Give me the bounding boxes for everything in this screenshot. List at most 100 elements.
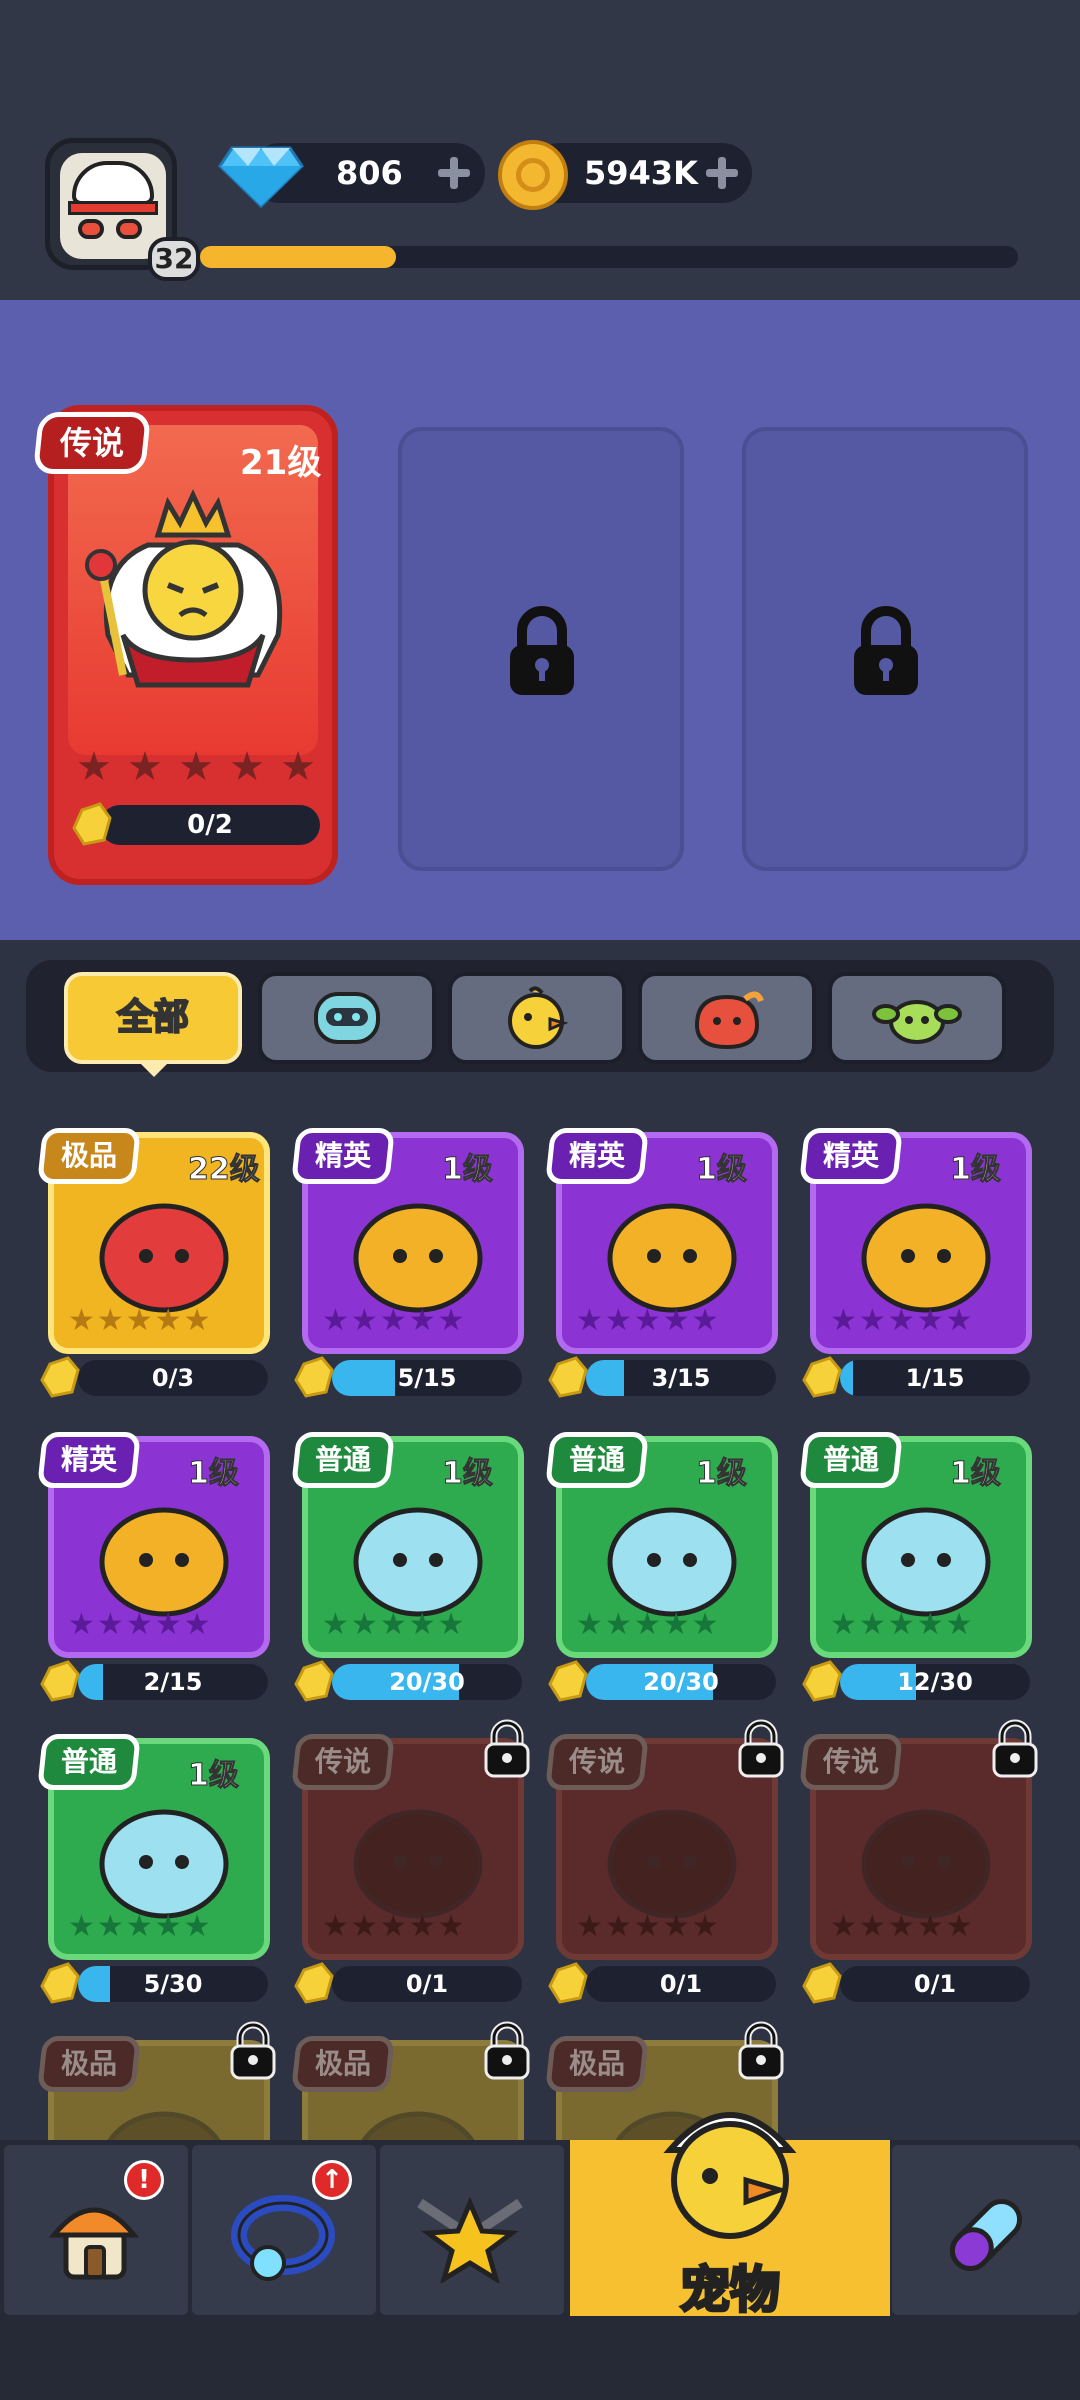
pet-shard-count: 0/1	[405, 1970, 449, 1998]
star-icon: ★	[183, 1607, 211, 1642]
pet-rarity-label: 精英	[60, 1443, 117, 1476]
pet-rarity-tag: 普通	[799, 1432, 903, 1488]
add-gems-button[interactable]	[438, 157, 470, 189]
padlock-icon	[992, 1719, 1038, 1778]
tab-all-label: 全部	[116, 996, 190, 1039]
star-icon: ★	[437, 1303, 465, 1338]
pet-rarity-label: 极品	[60, 2047, 117, 2080]
pet-stars: ★★★★★	[576, 1610, 719, 1640]
star-icon: ★	[437, 1607, 465, 1642]
tab-plant[interactable]	[828, 972, 1006, 1064]
star-icon: ★	[408, 1607, 436, 1642]
pet-rarity-tag: 精英	[545, 1128, 649, 1184]
tab-all[interactable]: 全部	[64, 972, 242, 1064]
star-icon: ★	[916, 1303, 944, 1338]
pet-shard-progress: 0/1	[586, 1966, 776, 2002]
nav-items[interactable]	[892, 2145, 1080, 2315]
shard-icon	[294, 1356, 334, 1398]
star-icon: ★	[576, 1909, 603, 1944]
pet-shard-count: 20/30	[389, 1668, 465, 1696]
pet-shard-progress: 2/15	[78, 1664, 268, 1700]
star-icon: ★	[322, 1607, 349, 1642]
star-icon: ★	[858, 1607, 886, 1642]
star-icon: ★	[437, 1909, 465, 1944]
pet-shard-count: 0/3	[151, 1364, 195, 1392]
pet-rarity-tag: 传说	[545, 1734, 649, 1790]
pet-rarity-tag: 极品	[37, 2036, 141, 2092]
shop-alert-badge: !	[124, 2160, 164, 2200]
nav-pets-label: 宠物	[679, 2260, 782, 2321]
star-icon: ★	[691, 1303, 719, 1338]
add-coins-button[interactable]	[706, 157, 738, 189]
star-icon: ★	[633, 1607, 661, 1642]
pet-stars: ★★★★★	[830, 1306, 973, 1336]
pet-stars: ★★★★★	[68, 1610, 211, 1640]
pet-level: 1级	[188, 1456, 240, 1492]
team-slot-2-locked[interactable]	[398, 427, 684, 871]
star-icon: ★	[350, 1303, 378, 1338]
chick-icon	[508, 986, 569, 1049]
pet-rarity-label: 传说	[822, 1745, 879, 1778]
star-icon: ★	[830, 1303, 857, 1338]
pet-rarity-tag: 普通	[37, 1734, 141, 1790]
featured-shard-progress: 0/2	[100, 805, 320, 845]
star-icon: ★	[576, 1303, 603, 1338]
pet-shard-count: 12/30	[897, 1668, 973, 1696]
pet-stars: ★★★★★	[68, 1306, 211, 1336]
pet-rarity-tag: 精英	[37, 1432, 141, 1488]
star-icon: ★	[127, 744, 163, 790]
pet-shard-count: 5/30	[143, 1970, 203, 1998]
pet-shard-progress: 5/15	[332, 1360, 522, 1396]
star-icon: ★	[604, 1303, 632, 1338]
star-icon: ★	[408, 1909, 436, 1944]
padlock-icon	[484, 1719, 530, 1778]
pet-stars: ★★★★★	[830, 1912, 973, 1942]
star-icon: ★	[830, 1607, 857, 1642]
star-icon: ★	[662, 1909, 690, 1944]
tab-robot[interactable]	[258, 972, 436, 1064]
pet-shard-count: 20/30	[643, 1668, 719, 1696]
avatar-glass-right	[116, 219, 142, 239]
pet-level: 1级	[696, 1152, 748, 1188]
pet-rarity-tag: 极品	[545, 2036, 649, 2092]
pet-rarity-label: 普通	[314, 1443, 371, 1476]
avatar-band	[68, 201, 158, 215]
star-icon: ★	[662, 1303, 690, 1338]
featured-stars: ★ ★ ★ ★ ★	[76, 745, 316, 789]
pet-shard-progress: 0/3	[78, 1360, 268, 1396]
pet-rarity-label: 普通	[60, 1745, 117, 1778]
pet-level: 1级	[442, 1456, 494, 1492]
shard-icon	[548, 1962, 588, 2004]
star-icon: ★	[96, 1909, 124, 1944]
team-slot-3-locked[interactable]	[742, 427, 1028, 871]
star-icon: ★	[408, 1303, 436, 1338]
star-icon: ★	[322, 1303, 349, 1338]
pet-shard-count: 5/15	[397, 1364, 457, 1392]
pet-rarity-label: 传说	[314, 1745, 371, 1778]
pet-rarity-tag: 精英	[799, 1128, 903, 1184]
flame-creature-icon	[694, 991, 764, 1050]
pet-shard-progress: 5/30	[78, 1966, 268, 2002]
pet-stars: ★★★★★	[576, 1912, 719, 1942]
pet-shard-progress: 12/30	[840, 1664, 1030, 1700]
star-icon: ★	[96, 1303, 124, 1338]
star-icon: ★	[945, 1607, 973, 1642]
nav-weapons[interactable]	[380, 2145, 564, 2315]
star-icon: ★	[576, 1607, 603, 1642]
tab-chick[interactable]	[448, 972, 626, 1064]
coin-icon	[498, 140, 568, 210]
tab-pointer	[140, 1063, 168, 1077]
pet-rarity-tag: 极品	[37, 1128, 141, 1184]
shard-icon	[40, 1660, 80, 1702]
pet-shard-progress: 0/1	[332, 1966, 522, 2002]
pet-stars: ★★★★★	[68, 1912, 211, 1942]
pet-rarity-label: 普通	[822, 1443, 879, 1476]
star-icon: ★	[154, 1303, 182, 1338]
pet-stars: ★★★★★	[322, 1610, 465, 1640]
tab-flame[interactable]	[638, 972, 816, 1064]
pet-shard-count: 0/1	[659, 1970, 703, 1998]
star-icon: ★	[68, 1303, 95, 1338]
padlock-icon	[738, 1719, 784, 1778]
featured-rarity-label: 传说	[59, 424, 124, 462]
star-icon: ★	[858, 1303, 886, 1338]
